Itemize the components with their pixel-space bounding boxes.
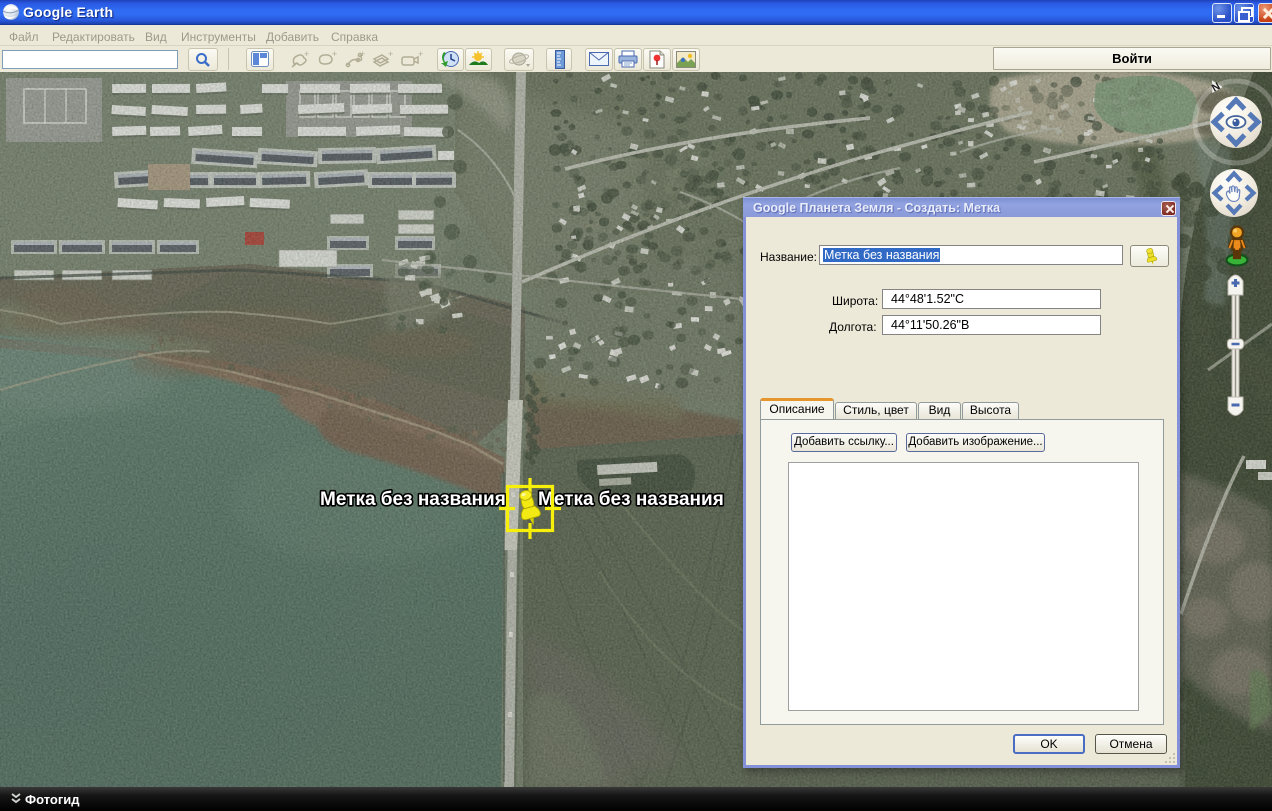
svg-text:+: +	[304, 50, 309, 59]
svg-text:+: +	[388, 50, 393, 59]
svg-text:+: +	[418, 50, 423, 59]
svg-text:Метка без названия: Метка без названия	[538, 489, 724, 510]
svg-text:Метка без названия: Метка без названия	[320, 489, 506, 510]
svg-text:+: +	[360, 50, 365, 59]
svg-text:+: +	[332, 50, 337, 59]
